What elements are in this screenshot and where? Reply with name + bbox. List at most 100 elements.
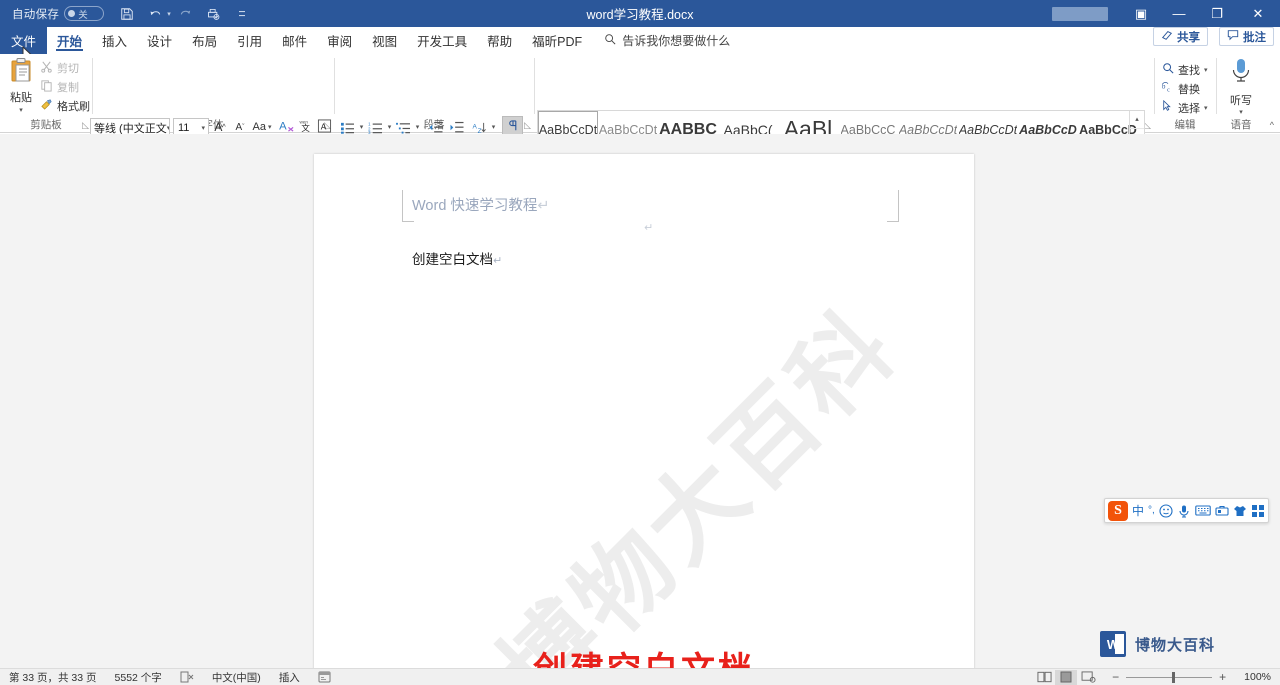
paste-label: 粘贴 bbox=[10, 92, 32, 104]
zoom-in-button[interactable]: + bbox=[1212, 670, 1233, 684]
insert-mode-indicator[interactable]: 插入 bbox=[270, 670, 309, 685]
cut-label: 剪切 bbox=[57, 62, 79, 75]
tab-home[interactable]: 开始 bbox=[47, 27, 92, 54]
zoom-slider[interactable]: − + bbox=[1099, 670, 1239, 684]
select-button[interactable]: 选择 ▾ bbox=[1162, 98, 1208, 117]
share-button[interactable]: 共享 bbox=[1153, 27, 1208, 46]
customize-qat-icon[interactable] bbox=[229, 3, 255, 25]
accessibility-icon[interactable] bbox=[309, 671, 340, 683]
web-layout-view-button[interactable] bbox=[1077, 670, 1099, 685]
zoom-out-button[interactable]: − bbox=[1105, 670, 1126, 684]
tab-help[interactable]: 帮助 bbox=[477, 27, 522, 54]
tab-layout[interactable]: 布局 bbox=[182, 27, 227, 54]
tab-view[interactable]: 视图 bbox=[362, 27, 407, 54]
select-dropdown-icon[interactable]: ▾ bbox=[1204, 104, 1208, 112]
quick-print-icon[interactable] bbox=[201, 3, 227, 25]
dictate-button[interactable]: 听写 ▾ bbox=[1216, 57, 1266, 116]
copy-label: 复制 bbox=[57, 81, 79, 94]
tab-developer[interactable]: 开发工具 bbox=[407, 27, 477, 54]
ribbon-group-editing: 查找 ▾ bc 替换 选择 ▾ 编辑 bbox=[1154, 54, 1216, 133]
microphone-icon[interactable] bbox=[1177, 504, 1191, 518]
ribbon-display-options-icon[interactable]: ▣ bbox=[1122, 0, 1160, 27]
proofing-errors-icon[interactable] bbox=[171, 671, 203, 683]
minimize-button[interactable]: — bbox=[1160, 0, 1198, 27]
ime-punctuation-mode[interactable]: °, bbox=[1148, 505, 1155, 516]
svg-text:A: A bbox=[320, 121, 326, 131]
clipboard-dialog-launcher[interactable]: ◺ bbox=[82, 120, 89, 131]
ribbon-group-clipboard: 粘贴 ▾ 剪切 复制 格式刷 剪贴板 ◺ bbox=[0, 54, 92, 133]
save-icon[interactable] bbox=[114, 3, 140, 25]
find-button[interactable]: 查找 ▾ bbox=[1162, 60, 1208, 79]
comments-button[interactable]: 批注 bbox=[1219, 27, 1274, 46]
tab-foxit-pdf[interactable]: 福昕PDF bbox=[522, 27, 592, 54]
document-page[interactable]: 博物大百科 Word 快速学习教程↵ ↵ 创建空白文档↵ 创建空白文档 bbox=[314, 154, 974, 668]
tell-me-search[interactable]: 告诉我你想要做什么 bbox=[592, 27, 730, 54]
replace-label: 替换 bbox=[1178, 83, 1200, 96]
autosave-toggle[interactable]: 自动保存 关 bbox=[0, 6, 105, 22]
page-indicator[interactable]: 第 33 页，共 33 页 bbox=[0, 670, 106, 685]
keyboard-icon[interactable] bbox=[1195, 504, 1211, 517]
document-heading[interactable]: Word 快速学习教程↵ bbox=[412, 194, 550, 215]
tab-review[interactable]: 审阅 bbox=[317, 27, 362, 54]
read-mode-view-button[interactable] bbox=[1033, 670, 1055, 685]
svg-text:文: 文 bbox=[301, 123, 310, 133]
chevron-down-icon[interactable]: ▾ bbox=[201, 124, 208, 132]
word-logo-page bbox=[1115, 634, 1124, 654]
undo-icon[interactable] bbox=[142, 3, 168, 25]
replace-button[interactable]: bc 替换 bbox=[1162, 79, 1208, 98]
ribbon-tab-bar: 文件 开始 插入 设计 布局 引用 邮件 审阅 视图 开发工具 帮助 福昕PDF… bbox=[0, 27, 1280, 54]
ime-chinese-mode[interactable]: 中 bbox=[1132, 502, 1144, 519]
svg-text:A: A bbox=[279, 120, 287, 132]
account-placeholder[interactable] bbox=[1052, 6, 1108, 21]
document-heading-text: Word 快速学习教程 bbox=[412, 198, 538, 214]
tab-mailings[interactable]: 邮件 bbox=[272, 27, 317, 54]
status-bar: 第 33 页，共 33 页 5552 个字 中文(中国) 插入 − + 100% bbox=[0, 668, 1280, 685]
zoom-handle[interactable] bbox=[1172, 671, 1176, 683]
document-body-line[interactable]: 创建空白文档↵ bbox=[412, 248, 502, 268]
print-layout-view-button[interactable] bbox=[1055, 669, 1078, 685]
language-indicator[interactable]: 中文(中国) bbox=[203, 670, 270, 685]
dictate-label: 听写 bbox=[1230, 95, 1252, 107]
word-count[interactable]: 5552 个字 bbox=[106, 670, 171, 685]
dictate-dropdown-icon[interactable]: ▾ bbox=[1239, 108, 1243, 116]
styles-dialog-launcher[interactable]: ◺ bbox=[1144, 120, 1151, 131]
tab-file[interactable]: 文件 bbox=[0, 27, 47, 54]
apps-icon[interactable] bbox=[1251, 504, 1265, 518]
paste-dropdown-icon[interactable]: ▾ bbox=[19, 106, 23, 114]
chevron-down-icon[interactable]: ▾ bbox=[167, 124, 169, 132]
skin-icon[interactable] bbox=[1233, 504, 1247, 518]
sogou-logo-icon[interactable]: S bbox=[1108, 500, 1128, 521]
restore-button[interactable]: ❐ bbox=[1198, 0, 1236, 27]
copy-icon bbox=[40, 79, 53, 95]
page-watermark: 博物大百科 bbox=[480, 290, 917, 668]
tab-references[interactable]: 引用 bbox=[227, 27, 272, 54]
tab-insert[interactable]: 插入 bbox=[92, 27, 137, 54]
format-painter-label: 格式刷 bbox=[57, 100, 90, 113]
sogou-ime-toolbar[interactable]: S 中 °, bbox=[1104, 498, 1269, 523]
paragraph-dialog-launcher[interactable]: ◺ bbox=[524, 120, 531, 131]
document-canvas[interactable]: 博物大百科 Word 快速学习教程↵ ↵ 创建空白文档↵ 创建空白文档 bbox=[0, 134, 1280, 668]
styles-scroll-up-icon[interactable]: ▴ bbox=[1130, 111, 1144, 129]
search-icon bbox=[1162, 62, 1174, 77]
undo-dropdown-icon[interactable]: ▾ bbox=[167, 10, 171, 18]
tab-design[interactable]: 设计 bbox=[137, 27, 182, 54]
find-dropdown-icon[interactable]: ▾ bbox=[1204, 66, 1208, 74]
zoom-level[interactable]: 100% bbox=[1239, 671, 1280, 683]
brand-name: 博物大百科 bbox=[1135, 636, 1216, 654]
scissors-icon bbox=[40, 60, 53, 76]
toolbox-icon[interactable] bbox=[1215, 504, 1229, 517]
autosave-state: 关 bbox=[78, 9, 88, 21]
pilcrow-icon: ↵ bbox=[493, 255, 503, 267]
title-bar: 自动保存 关 ▾ word学习教程.docx ▣ — ❐ ✕ bbox=[0, 0, 1280, 27]
emoji-icon[interactable] bbox=[1159, 503, 1173, 518]
ribbon-group-voice: 听写 ▾ 语音 bbox=[1216, 54, 1266, 133]
redo-icon[interactable] bbox=[173, 3, 199, 25]
paste-button[interactable]: 粘贴 ▾ bbox=[6, 57, 36, 114]
zoom-track[interactable] bbox=[1126, 671, 1213, 683]
autosave-switch[interactable]: 关 bbox=[64, 6, 105, 21]
replace-icon: bc bbox=[1162, 81, 1174, 96]
svg-text:Z: Z bbox=[478, 128, 482, 134]
close-button[interactable]: ✕ bbox=[1236, 0, 1280, 27]
search-icon bbox=[604, 33, 616, 48]
collapse-ribbon-icon[interactable]: ^ bbox=[1270, 120, 1274, 130]
